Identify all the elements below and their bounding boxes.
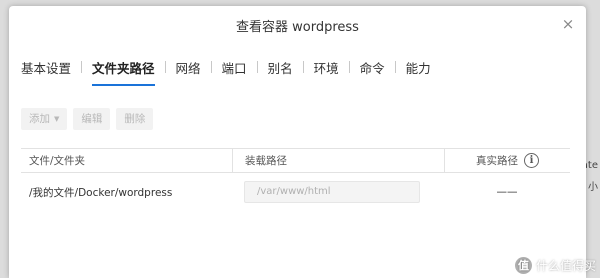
- tab-basic-settings[interactable]: 基本设置: [21, 56, 71, 84]
- watermark-logo-icon: 值: [514, 257, 532, 274]
- add-button-label: 添加: [29, 113, 50, 125]
- tab-alias[interactable]: 别名: [268, 56, 293, 84]
- tab-ports[interactable]: 端口: [222, 56, 247, 84]
- tab-divider: [164, 61, 166, 73]
- tab-capabilities[interactable]: 能力: [406, 56, 431, 84]
- view-container-dialog: 查看容器 wordpress × 基本设置 文件夹路径 网络 端口 别名 环境 …: [9, 6, 586, 278]
- background-peek-text-2: 小: [588, 182, 598, 193]
- tab-environment[interactable]: 环境: [314, 56, 339, 84]
- cell-folder: /我的文件/Docker/wordpress: [29, 186, 173, 199]
- edit-button[interactable]: 编辑: [73, 108, 111, 130]
- toolbar: 添加 ▼ 编辑 删除: [21, 108, 154, 130]
- real-path-value: ——: [496, 186, 518, 198]
- cell-real-path: ——: [444, 186, 570, 198]
- tab-network[interactable]: 网络: [176, 56, 201, 84]
- tab-folder-path[interactable]: 文件夹路径: [92, 56, 155, 86]
- column-header-real-path-label: 真实路径: [476, 154, 518, 167]
- caret-down-icon: ▼: [54, 115, 60, 123]
- dialog-title: 查看容器 wordpress: [236, 20, 359, 35]
- tab-divider: [256, 61, 258, 73]
- column-header-mount-path: 装载路径: [232, 148, 444, 173]
- tab-divider: [348, 61, 350, 73]
- folder-path-table: 文件/文件夹 装载路径 真实路径 i /我的文件/Docker/wordpres…: [21, 148, 570, 211]
- tab-bar: 基本设置 文件夹路径 网络 端口 别名 环境 命令 能力: [21, 56, 586, 86]
- table-row[interactable]: /我的文件/Docker/wordpress /var/www/html ——: [21, 173, 570, 211]
- tab-divider: [210, 61, 212, 73]
- info-icon[interactable]: i: [524, 153, 539, 168]
- tab-divider: [81, 61, 83, 73]
- tab-divider: [302, 61, 304, 73]
- tab-divider: [394, 61, 396, 73]
- add-button[interactable]: 添加 ▼: [21, 108, 68, 130]
- delete-button[interactable]: 删除: [116, 108, 154, 130]
- column-header-folder: 文件/文件夹: [29, 154, 86, 167]
- watermark-text: 什么值得买: [535, 259, 596, 273]
- tab-command[interactable]: 命令: [360, 56, 385, 84]
- table-header: 文件/文件夹 装载路径 真实路径 i: [21, 148, 570, 173]
- watermark: 值 什么值得买: [514, 257, 596, 274]
- mount-path-field[interactable]: /var/www/html: [244, 181, 420, 203]
- column-header-real-path: 真实路径 i: [444, 148, 570, 173]
- close-icon[interactable]: ×: [560, 16, 576, 32]
- cell-mount-path: /var/www/html: [232, 181, 444, 203]
